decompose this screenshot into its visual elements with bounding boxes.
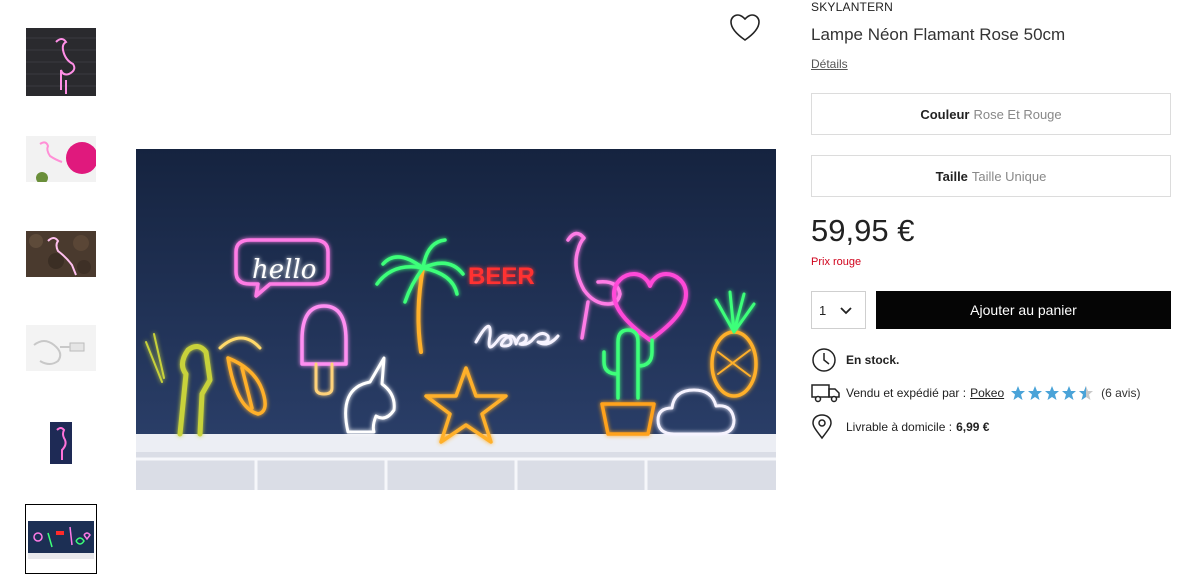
thumbnail-3[interactable] — [26, 231, 96, 277]
thumbnail-6[interactable] — [25, 504, 97, 574]
delivery-price: 6,99 € — [956, 420, 990, 434]
thumbnail-2[interactable] — [26, 136, 96, 182]
thumbnail-4-image — [26, 325, 96, 371]
chevron-down-icon — [840, 307, 852, 315]
product-price: 59,95 € — [811, 213, 915, 248]
neon-collection-image: hello BEER — [136, 112, 776, 492]
color-selector[interactable]: Couleur Rose Et Rouge — [811, 93, 1171, 135]
star-icon — [1062, 386, 1077, 400]
size-value: Taille Unique — [971, 168, 1047, 184]
star-icon — [1028, 386, 1043, 400]
size-label: Taille — [935, 168, 968, 184]
size-selector[interactable]: Taille Taille Unique — [811, 155, 1171, 197]
thumbnail-2-image — [26, 136, 96, 182]
neon-hello-text: hello — [252, 255, 316, 285]
seller-link[interactable]: Pokeo — [970, 386, 1004, 400]
clock-icon — [811, 347, 841, 373]
half-star-icon — [1079, 386, 1094, 400]
thumbnail-1[interactable] — [26, 28, 96, 96]
quantity-select[interactable]: 1 — [811, 291, 866, 329]
add-to-cart-button[interactable]: Ajouter au panier — [876, 291, 1171, 329]
stock-row: En stock. — [811, 347, 899, 373]
color-value: Rose Et Rouge — [973, 106, 1062, 122]
seller-row: Vendu et expédié par : Pokeo (6 avis) — [811, 380, 1140, 406]
details-link[interactable]: Détails — [811, 57, 848, 71]
rating-stars — [1010, 385, 1095, 401]
thumbnail-4[interactable] — [26, 325, 96, 371]
color-label: Couleur — [920, 106, 970, 122]
location-pin-icon — [811, 414, 841, 440]
price-note: Prix rouge — [811, 256, 862, 268]
thumbnail-3-image — [26, 231, 96, 277]
reviews-count[interactable]: (6 avis) — [1101, 386, 1140, 400]
thumbnail-5[interactable] — [26, 420, 96, 466]
stock-status: En stock. — [846, 353, 900, 367]
truck-icon — [811, 380, 841, 406]
brand-name[interactable]: SKYLANTERN — [811, 0, 893, 14]
star-icon — [1011, 386, 1026, 400]
thumbnail-1-image — [26, 28, 96, 96]
main-product-image[interactable]: hello BEER — [136, 112, 776, 492]
product-title: Lampe Néon Flamant Rose 50cm — [811, 25, 1066, 44]
quantity-value: 1 — [819, 302, 827, 318]
thumbnail-6-image — [26, 505, 96, 573]
neon-beer-text: BEER — [468, 263, 535, 290]
star-icon — [1045, 386, 1060, 400]
delivery-row: Livrable à domicile : 6,99 € — [811, 414, 989, 440]
heart-icon — [730, 14, 760, 41]
wishlist-button[interactable] — [728, 13, 762, 43]
seller-prefix: Vendu et expédié par : — [846, 386, 967, 400]
delivery-prefix: Livrable à domicile : — [846, 420, 953, 434]
thumbnail-5-image — [26, 420, 96, 466]
